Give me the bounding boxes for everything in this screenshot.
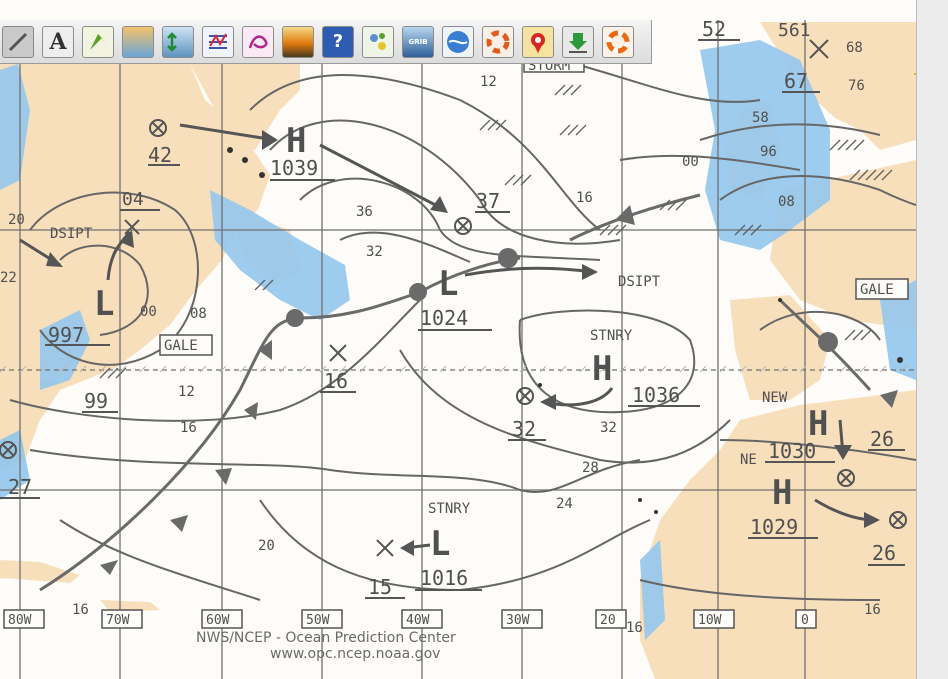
credit-url: www.opc.ncep.noaa.gov [270,646,440,662]
svg-text:52: 52 [702,17,726,41]
weather-chart[interactable]: H L L H L H H 1039 1024 997 1036 1016 10… [0,0,948,679]
svg-text:24: 24 [556,496,573,512]
chart-tool-icon[interactable] [202,25,234,58]
pen-tool-icon[interactable] [82,25,114,58]
svg-text:32: 32 [512,417,536,441]
gale-warning: GALE [860,282,894,298]
svg-text:60W: 60W [206,613,230,628]
svg-text:08: 08 [778,194,795,210]
svg-text:32: 32 [366,244,383,260]
credit-line: NWS/NCEP - Ocean Prediction Center [196,630,456,646]
elevation-tool-icon[interactable] [162,25,194,58]
pressure-value: 1029 [750,515,798,539]
svg-text:16: 16 [72,602,89,618]
svg-text:16: 16 [626,620,643,636]
rescue-tool-icon[interactable] [482,25,514,58]
svg-text:16: 16 [324,369,348,393]
svg-text:16: 16 [180,420,197,436]
dissipating-tag: DSIPT [618,274,661,290]
pressure-value: 1039 [270,156,318,180]
svg-text:16: 16 [576,190,593,206]
satellite-tool-icon[interactable]: GRIB [402,25,434,58]
svg-text:96: 96 [760,144,777,160]
svg-text:67: 67 [784,69,808,93]
vertical-scrollbar[interactable] [916,0,948,679]
svg-text:15: 15 [368,575,392,599]
svg-text:26: 26 [872,541,896,565]
toolbar: A ? GRIB [0,20,652,64]
gale-warning: GALE [164,338,198,354]
svg-text:12: 12 [480,74,497,90]
svg-text:32: 32 [600,420,617,436]
svg-text:04: 04 [122,189,144,210]
pressure-value: 1030 [768,439,816,463]
download-icon[interactable] [562,25,594,58]
high-pressure-symbol: H [808,404,828,444]
svg-text:80W: 80W [8,613,32,628]
svg-text:30W: 30W [506,613,530,628]
svg-text:22: 22 [0,270,17,286]
svg-text:00: 00 [140,304,157,320]
svg-text:12: 12 [178,384,195,400]
high-pressure-symbol: H [772,473,792,513]
pressure-value: 997 [48,323,84,347]
lifebuoy-icon[interactable] [602,25,634,58]
curve-tool-icon[interactable] [242,25,274,58]
svg-text:20: 20 [8,212,25,228]
svg-text:50W: 50W [306,613,330,628]
high-pressure-symbol: H [286,121,306,161]
direction-tag: NE [740,452,757,468]
pressure-value: 1016 [420,566,468,590]
svg-text:58: 58 [752,110,769,126]
map-pin-icon[interactable] [522,25,554,58]
dissipating-tag: DSIPT [50,226,93,242]
low-pressure-symbol: L [94,284,114,324]
svg-text:37: 37 [476,189,500,213]
svg-text:76: 76 [848,78,865,94]
svg-text:0: 0 [801,613,809,628]
sunset-tool-icon[interactable] [282,25,314,58]
help-icon[interactable]: ? [322,25,354,58]
svg-text:00: 00 [682,154,699,170]
svg-text:40W: 40W [406,613,430,628]
svg-text:20: 20 [600,613,616,628]
low-pressure-symbol: L [430,524,450,564]
svg-text:99: 99 [84,389,108,413]
pressure-value: 1024 [420,306,468,330]
draw-tool-icon[interactable] [2,25,34,58]
svg-text:42: 42 [148,143,172,167]
svg-text:16: 16 [864,602,881,618]
new-tag: NEW [762,390,788,406]
layer-tool-icon[interactable] [122,25,154,58]
svg-text:68: 68 [846,40,863,56]
globe-icon[interactable] [442,25,474,58]
svg-text:36: 36 [356,204,373,220]
svg-text:20: 20 [258,538,275,554]
low-pressure-symbol: L [438,264,458,304]
svg-text:561: 561 [778,20,811,41]
svg-text:27: 27 [8,475,32,499]
svg-text:70W: 70W [106,613,130,628]
high-pressure-symbol: H [592,349,612,389]
network-tool-icon[interactable] [362,25,394,58]
stationary-tag: STNRY [590,328,633,344]
svg-text:26: 26 [870,427,894,451]
map-viewer: H L L H L H H 1039 1024 997 1036 1016 10… [0,0,948,679]
text-tool-icon[interactable]: A [42,25,74,58]
svg-text:08: 08 [190,306,207,322]
svg-text:28: 28 [582,460,599,476]
svg-text:10W: 10W [698,613,722,628]
stationary-tag: STNRY [428,501,471,517]
pressure-value: 1036 [632,383,680,407]
